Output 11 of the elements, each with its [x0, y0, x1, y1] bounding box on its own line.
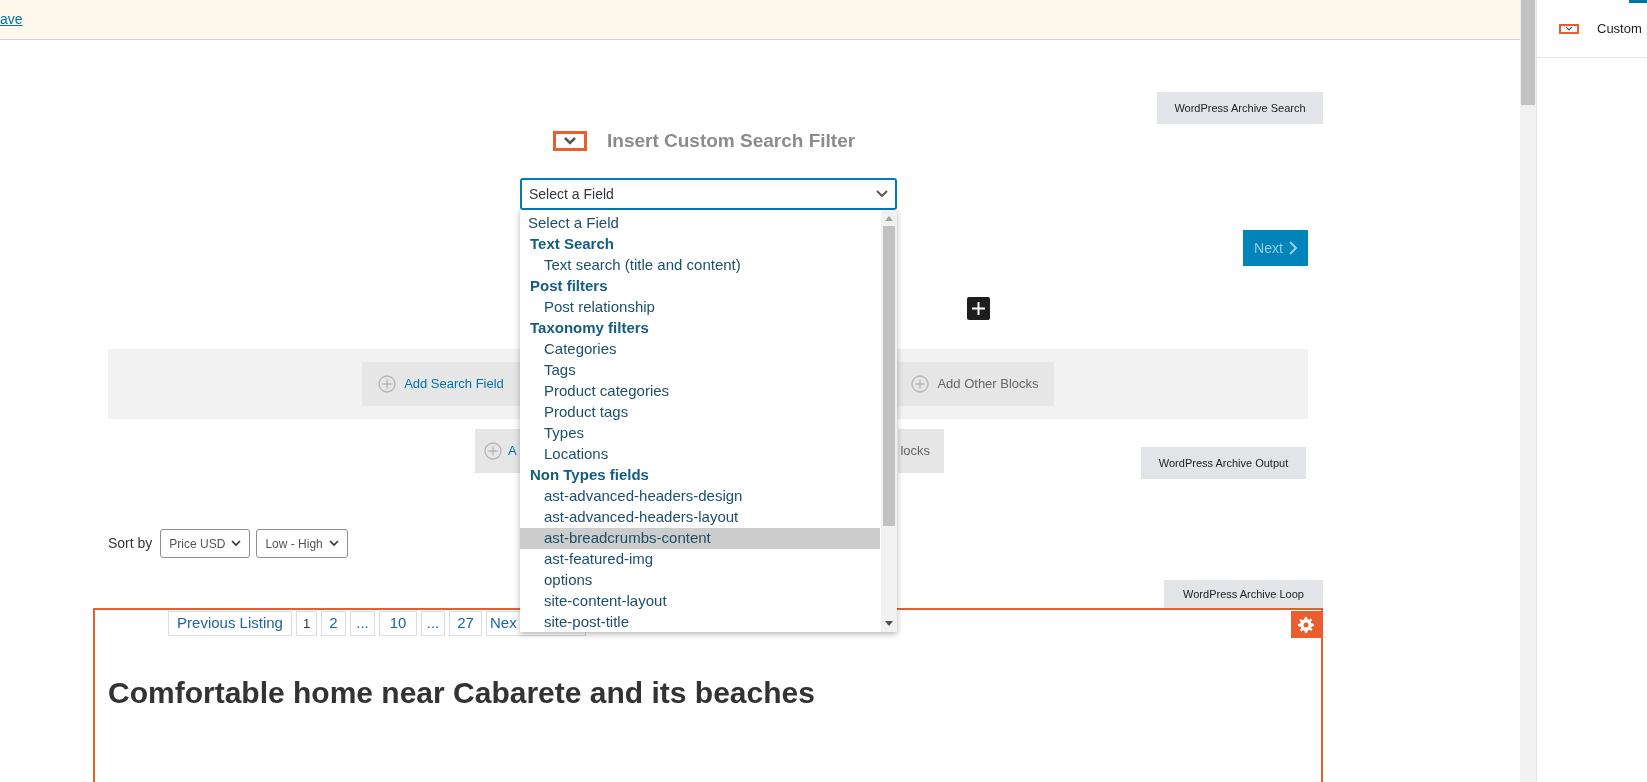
block-label: WordPress Archive Loop: [1164, 580, 1323, 608]
option-group-label: Non Types fields: [529, 465, 650, 486]
block-name: Custom: [1597, 19, 1642, 38]
block-title: Insert Custom Search Filter: [607, 128, 856, 153]
sort-label: Sort by: [108, 534, 153, 553]
option-group-label: Taxonomy filters: [529, 318, 650, 339]
option-group-label: Text Search: [529, 234, 615, 255]
block-label: WordPress Archive Search: [1157, 92, 1323, 124]
listing-title: Comfortable home near Cabarete and its beaches: [108, 675, 816, 711]
option-group-label: Post filters: [529, 276, 609, 297]
block-label: WordPress Archive Output: [1141, 447, 1306, 479]
